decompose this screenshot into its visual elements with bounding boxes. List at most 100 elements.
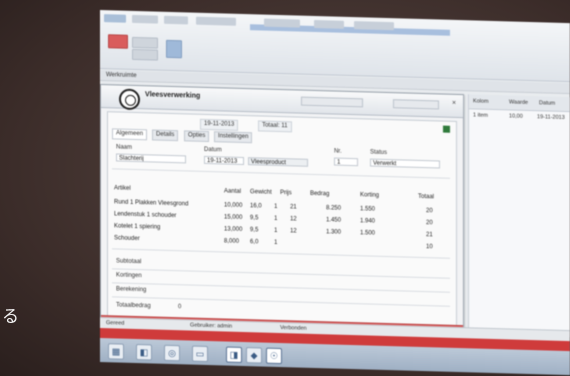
row-cell: 16,0 bbox=[250, 203, 262, 210]
logo-icon[interactable]: ☉ bbox=[266, 347, 282, 365]
right-cell: 19-11-2013 bbox=[537, 114, 565, 121]
row-cell: 8.250 bbox=[326, 205, 342, 212]
ribbon-button-print[interactable] bbox=[166, 39, 182, 59]
col-header-amount: Bedrag bbox=[310, 190, 330, 198]
right-col-header: Kolom bbox=[473, 98, 489, 105]
explorer-icon[interactable]: ◧ bbox=[136, 344, 152, 361]
logo-icon bbox=[119, 88, 140, 111]
ribbon-button-save[interactable] bbox=[132, 48, 158, 61]
row-cell: 15,000 bbox=[224, 214, 243, 221]
row-cell: 20 bbox=[426, 220, 433, 227]
row-cell: 6,0 bbox=[250, 239, 259, 246]
dialog-window: Vleesverwerking × 19-11-2013 Totaal: 11 … bbox=[100, 84, 464, 337]
date-field[interactable]: 19-11-2013 bbox=[204, 155, 244, 166]
total-badge: Totaal: 11 bbox=[258, 120, 292, 133]
form-area: 19-11-2013 Totaal: 11 Algemeen Details O… bbox=[107, 111, 457, 331]
right-col-header: Datum bbox=[539, 100, 556, 107]
tab-options[interactable]: Opties bbox=[184, 130, 210, 143]
right-col-header: Waarde bbox=[509, 99, 529, 106]
ribbon-tab-edit[interactable] bbox=[164, 15, 188, 25]
row-name: Schouder bbox=[114, 235, 140, 243]
row-cell: 12 bbox=[290, 228, 297, 235]
divider-1 bbox=[112, 168, 450, 179]
label-number: Nr. bbox=[334, 148, 342, 155]
overlay-glyph: る bbox=[2, 307, 19, 327]
ribbon-tabs bbox=[104, 14, 564, 39]
date-badge: 19-11-2013 bbox=[200, 118, 239, 131]
browser-icon[interactable]: ◎ bbox=[164, 344, 180, 362]
ribbon-button-new[interactable] bbox=[108, 34, 128, 49]
row-cell: 1.940 bbox=[360, 218, 376, 225]
row-cell: 1.300 bbox=[326, 229, 342, 236]
row-cell: 1 bbox=[274, 203, 278, 210]
row-cell: 12 bbox=[290, 216, 297, 223]
row-cell: 1.550 bbox=[360, 206, 376, 213]
right-panel: Kolom Waarde Datum 1 item 10,00 19-11-20… bbox=[468, 94, 570, 338]
status-right: Verbonden bbox=[280, 325, 307, 332]
pin-icon[interactable]: ◆ bbox=[246, 347, 262, 364]
folder-icon[interactable]: ▭ bbox=[192, 345, 208, 363]
number-field[interactable]: 1 bbox=[334, 157, 358, 167]
summary-value: 0 bbox=[178, 304, 182, 311]
row-cell: 1.500 bbox=[360, 230, 376, 237]
projected-screen: Werkruimte Vleesverwerking × 19-11-2013 … bbox=[100, 10, 570, 376]
ribbon-tab-home[interactable] bbox=[132, 14, 158, 24]
start-icon[interactable]: ▦ bbox=[108, 343, 124, 360]
label-date: Datum bbox=[204, 146, 222, 154]
photo-scene: る Werkruimte Vleesverwerking × 19-11-201… bbox=[0, 0, 570, 376]
label-name: Naam bbox=[116, 144, 133, 151]
summary-label: Berekening bbox=[116, 286, 147, 294]
row-cell: 21 bbox=[426, 232, 433, 239]
row-cell: 21 bbox=[290, 204, 297, 211]
label-status: Status bbox=[370, 149, 388, 157]
row-name: Kotelet 1 spiering bbox=[114, 223, 161, 231]
col-header-price: Prijs bbox=[280, 190, 292, 197]
summary-label: Totaalbedrag bbox=[116, 302, 151, 310]
close-icon[interactable]: × bbox=[449, 99, 459, 108]
row-cell: 10 bbox=[426, 244, 433, 251]
row-name: Rund 1 Plakken Vleesgrond bbox=[114, 199, 189, 208]
ribbon-tab-file[interactable] bbox=[104, 14, 126, 23]
right-cell: 10,00 bbox=[509, 113, 523, 120]
status-left: Gereed bbox=[106, 320, 125, 327]
col-header-total: Totaal bbox=[418, 193, 435, 201]
summary-line bbox=[112, 268, 450, 279]
product-field[interactable]: Vleesproduct bbox=[248, 157, 308, 167]
ribbon-button-open[interactable] bbox=[132, 36, 158, 49]
row-cell: 1 bbox=[274, 227, 278, 234]
summary-label: Kortingen bbox=[116, 272, 142, 280]
summary-label: Subtotaal bbox=[116, 258, 142, 266]
row-cell: 9,5 bbox=[250, 215, 259, 222]
ribbon-tab-help[interactable] bbox=[354, 21, 394, 31]
tab-settings[interactable]: Instellingen bbox=[214, 131, 253, 144]
summary-line bbox=[112, 282, 450, 293]
status-field[interactable]: Verwerkt bbox=[370, 158, 440, 169]
row-cell: 1 bbox=[274, 239, 278, 246]
ribbon-tab-tools[interactable] bbox=[264, 18, 300, 28]
row-name: Lendenstuk 1 schouder bbox=[114, 211, 177, 220]
col-header-article: Artikel bbox=[114, 185, 131, 192]
tab-details[interactable]: Details bbox=[152, 129, 179, 142]
col-header-weight: Gewicht bbox=[250, 189, 272, 196]
dialog-title: Vleesverwerking bbox=[145, 91, 201, 100]
row-cell: 13,000 bbox=[224, 226, 243, 233]
title-field-1[interactable] bbox=[301, 96, 363, 108]
row-cell: 9,5 bbox=[250, 227, 259, 234]
row-cell: 10,000 bbox=[224, 202, 243, 209]
right-panel-header: Kolom Waarde Datum bbox=[469, 94, 570, 113]
status-indicator bbox=[443, 125, 450, 133]
row-cell: 8,000 bbox=[224, 238, 240, 245]
status-middle: Gebruiker: admin bbox=[190, 322, 233, 330]
row-cell: 20 bbox=[426, 208, 433, 215]
title-field-2[interactable] bbox=[393, 99, 439, 110]
ribbon-tab-data[interactable] bbox=[314, 19, 344, 29]
row-cell: 1 bbox=[274, 215, 278, 222]
ribbon-tab-view[interactable] bbox=[196, 16, 236, 26]
row-cell: 1.450 bbox=[326, 217, 342, 224]
name-field[interactable]: Slachterij bbox=[116, 153, 186, 164]
tab-general[interactable]: Algemeen bbox=[112, 128, 148, 141]
summary-line bbox=[112, 296, 450, 307]
app-icon[interactable]: ◨ bbox=[226, 346, 242, 363]
right-cell: 1 item bbox=[473, 112, 488, 119]
col-header-qty: Aantal bbox=[224, 188, 242, 195]
